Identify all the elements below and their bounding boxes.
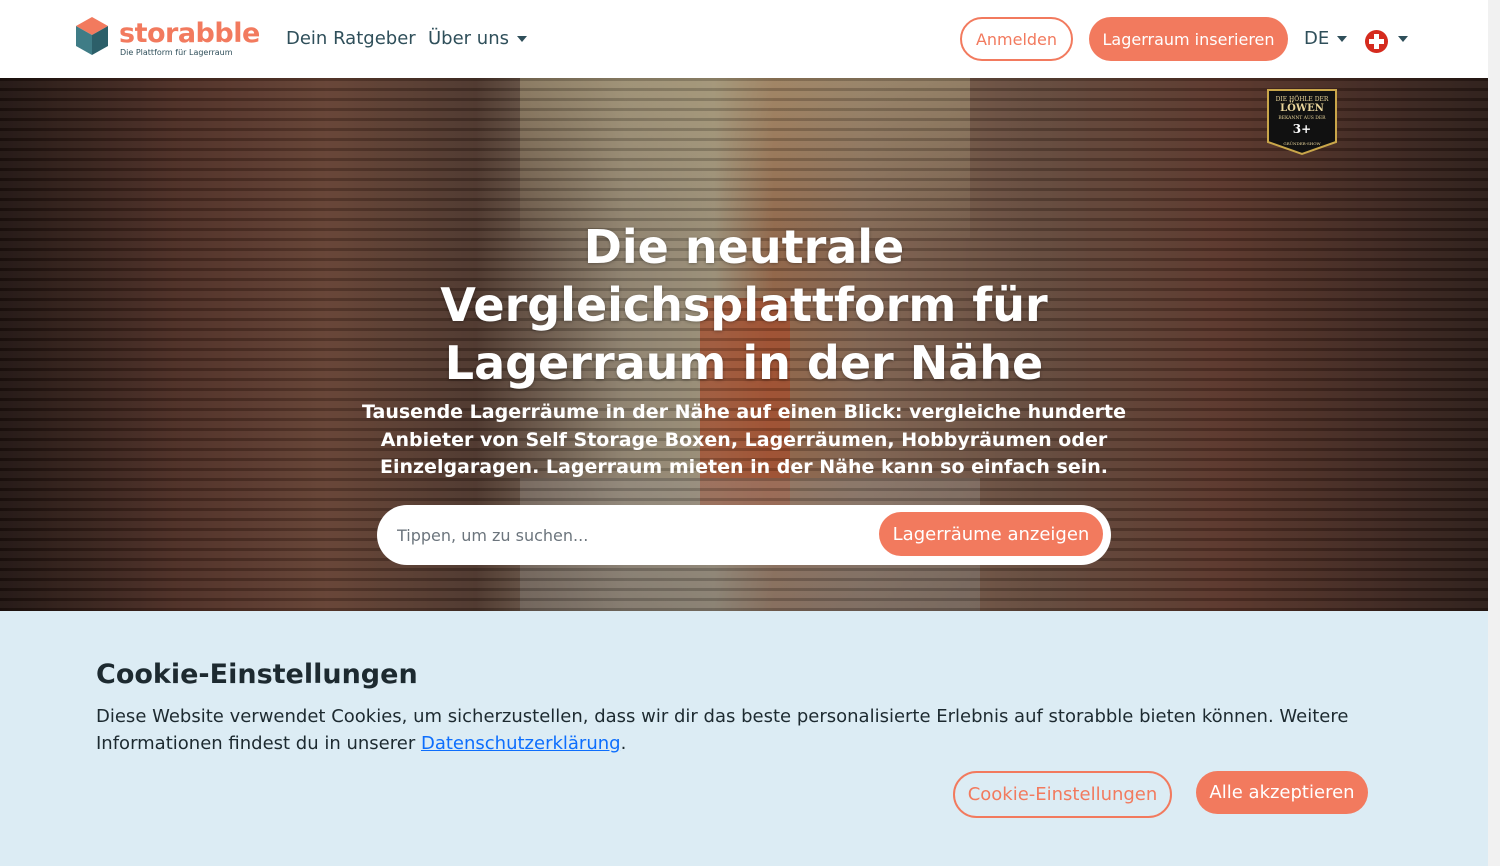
search-bar: Lagerräume anzeigen (377, 505, 1111, 565)
cookie-title: Cookie-Einstellungen (96, 659, 418, 690)
login-button[interactable]: Anmelden (960, 17, 1073, 61)
nav-ratgeber[interactable]: Dein Ratgeber (286, 28, 416, 49)
badge-line1: DIE HÖHLE DER (1275, 96, 1329, 103)
nav-ueber-uns[interactable]: Über uns (428, 28, 527, 49)
cookie-text: Diese Website verwendet Cookies, um sich… (96, 703, 1356, 757)
logo-wordmark: storabble (119, 18, 260, 49)
swiss-flag-icon[interactable] (1365, 30, 1388, 53)
badge-line4: 3+ (1292, 122, 1312, 136)
storabble-logo[interactable]: storabble Die Plattform für Lagerraum (75, 16, 260, 60)
scrollbar[interactable] (1488, 0, 1500, 866)
show-storage-button[interactable]: Lagerräume anzeigen (879, 512, 1103, 556)
badge-line2: LÖWEN (1280, 103, 1324, 114)
nav-ueber-uns-label: Über uns (428, 28, 509, 49)
chevron-down-icon[interactable] (1398, 36, 1408, 42)
cookie-settings-button[interactable]: Cookie-Einstellungen (953, 771, 1172, 818)
hero-title: Die neutrale Vergleichsplattform für Lag… (440, 220, 1048, 390)
cookie-text-end: . (620, 733, 627, 754)
cookie-banner: Cookie-Einstellungen Diese Website verwe… (0, 611, 1488, 866)
badge-line3: BEKANNT AUS DER (1278, 116, 1326, 121)
list-storage-button[interactable]: Lagerraum inserieren (1089, 17, 1288, 61)
search-input[interactable] (397, 515, 867, 555)
privacy-policy-link[interactable]: Datenschutzerklärung (421, 733, 621, 754)
accept-all-button[interactable]: Alle akzeptieren (1196, 771, 1368, 814)
language-label: DE (1304, 28, 1330, 49)
tv-show-badge: DIE HÖHLE DER LÖWEN BEKANNT AUS DER 3+ G… (1266, 88, 1338, 156)
hero-section: DIE HÖHLE DER LÖWEN BEKANNT AUS DER 3+ G… (0, 78, 1488, 611)
badge-line5: GRÜNDER-SHOW (1283, 141, 1321, 146)
chevron-down-icon (1337, 36, 1348, 42)
hero-subtitle: Tausende Lagerräume in der Nähe auf eine… (361, 401, 1126, 478)
cube-logo-icon (76, 17, 108, 55)
language-select[interactable]: DE (1304, 28, 1348, 49)
cookie-text-main: Diese Website verwendet Cookies, um sich… (96, 706, 1349, 754)
site-header: storabble Die Plattform für Lagerraum De… (0, 0, 1488, 78)
logo-tagline: Die Plattform für Lagerraum (120, 48, 233, 57)
chevron-down-icon (517, 36, 527, 42)
